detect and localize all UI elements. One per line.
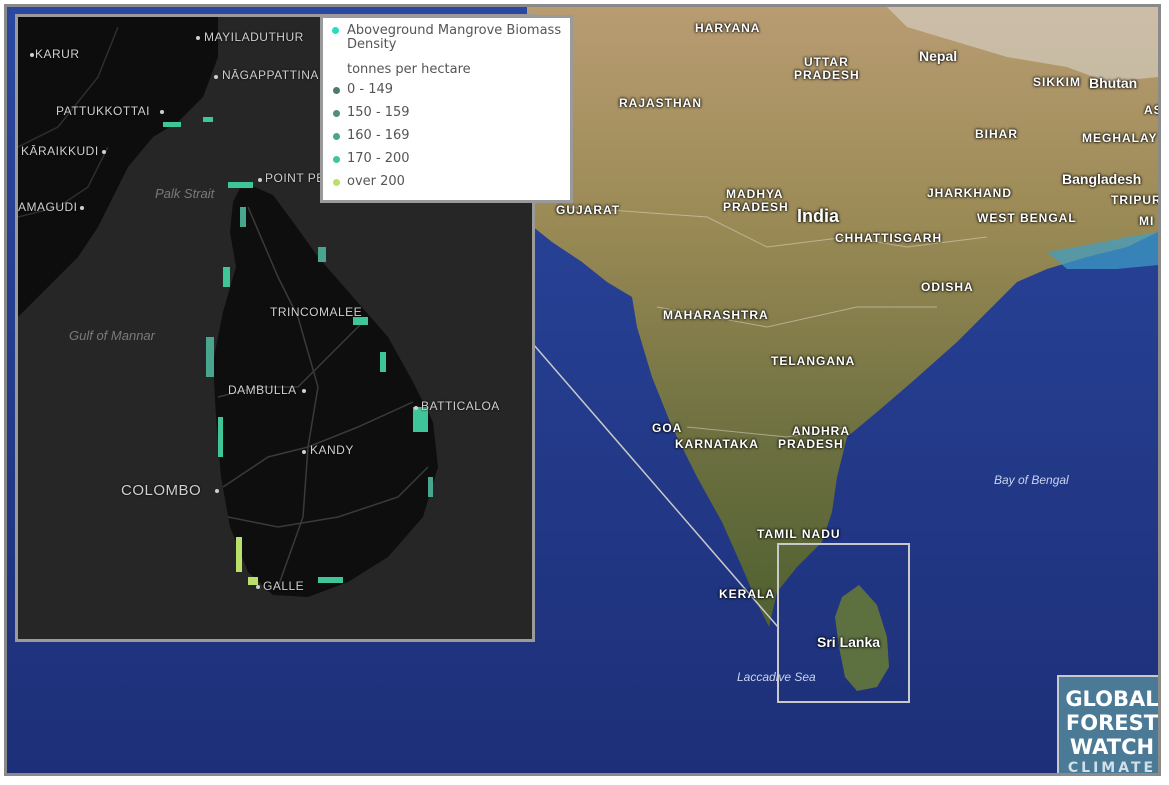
label-andhra-pradesh-2: PRADESH — [778, 437, 844, 451]
label-tamil-nadu: TAMIL NADU — [757, 527, 841, 541]
label-sri-lanka: Sri Lanka — [817, 634, 881, 650]
label-madhya-pradesh-2: PRADESH — [723, 200, 789, 214]
label-sikkim: SIKKIM — [1033, 75, 1081, 89]
legend-item-label: 160 - 169 — [347, 128, 410, 143]
label-telangana: TELANGANA — [771, 354, 856, 368]
legend-title: Aboveground Mangrove Biomass Density — [347, 23, 562, 52]
inset-label-gulf-of-mannar: Gulf of Mannar — [69, 328, 155, 343]
label-tripura: TRIPUR — [1111, 193, 1161, 207]
inset-label-nagappattinam: NĀGAPPATTINA — [222, 68, 319, 82]
inset-label-karaikkudi: KĀRAIKKUDI — [21, 144, 99, 158]
label-kerala: KERALA — [719, 587, 775, 601]
inset-label-amagudi: AMAGUDI — [18, 200, 78, 214]
inset-label-point-pedro: POINT PE — [265, 171, 325, 185]
label-uttar-pradesh-2: PRADESH — [794, 68, 860, 82]
inset-label-galle: GALLE — [263, 579, 305, 593]
label-nepal: Nepal — [919, 48, 958, 64]
label-bhutan: Bhutan — [1089, 75, 1138, 91]
inset-label-colombo: COLOMBO — [121, 482, 202, 499]
label-rajasthan: RAJASTHAN — [619, 96, 703, 110]
inset-label-palk-strait: Palk Strait — [155, 186, 215, 201]
label-goa: GOA — [652, 421, 683, 435]
label-bihar: BIHAR — [975, 127, 1018, 141]
label-odisha: ODISHA — [921, 280, 974, 294]
map-legend: Aboveground Mangrove Biomass Density ton… — [320, 15, 573, 203]
inset-label-pattukkottai: PATTUKKOTTAI — [56, 104, 151, 118]
legend-item-label: 150 - 159 — [347, 105, 410, 120]
label-bay-of-bengal: Bay of Bengal — [994, 473, 1069, 487]
legend-item: over 200 — [333, 174, 405, 189]
legend-swatch — [333, 179, 340, 186]
map-frame[interactable]: HARYANA Nepal UTTAR PRADESH SIKKIM Bhuta… — [4, 4, 1161, 776]
label-haryana: HARYANA — [695, 21, 761, 35]
legend-item-label: 170 - 200 — [347, 151, 410, 166]
logo-line-global: GLOBAL — [1065, 687, 1159, 711]
legend-swatch — [333, 133, 340, 140]
inset-label-mayiladuthurai: MAYILADUTHUR — [204, 30, 304, 44]
legend-swatch — [333, 110, 340, 117]
label-west-bengal: WEST BENGAL — [977, 211, 1077, 225]
label-maharashtra: MAHARASHTRA — [663, 308, 769, 322]
label-andhra-pradesh-1: ANDHRA — [792, 424, 850, 438]
logo-line-watch: WATCH — [1069, 735, 1155, 759]
legend-swatch — [333, 87, 340, 94]
legend-item: 0 - 149 — [333, 82, 394, 97]
legend-item-label: 0 - 149 — [347, 82, 394, 97]
legend-item: 170 - 200 — [333, 151, 410, 166]
logo-line-climate: CLIMATE — [1067, 760, 1157, 776]
label-bangladesh: Bangladesh — [1062, 171, 1142, 187]
label-chhattisgarh: CHHATTISGARH — [835, 231, 943, 245]
label-india: India — [797, 206, 840, 226]
inset-label-batticaloa: BATTICALOA — [421, 399, 500, 413]
label-mi: MI — [1139, 214, 1155, 228]
label-as: AS — [1144, 103, 1161, 117]
label-jharkhand: JHARKHAND — [927, 186, 1013, 200]
logo-line-forest: FOREST — [1065, 711, 1159, 735]
legend-item: 150 - 159 — [333, 105, 410, 120]
legend-swatch — [333, 156, 340, 163]
inset-label-dambulla: DAMBULLA — [228, 383, 297, 397]
label-madhya-pradesh-1: MADHYA — [726, 187, 784, 201]
label-meghalaya: MEGHALAY — [1082, 131, 1158, 145]
global-forest-watch-climate-logo[interactable]: GLOBAL FOREST WATCH CLIMATE — [1057, 675, 1159, 776]
legend-title-dot — [332, 27, 339, 34]
legend-units: tonnes per hectare — [347, 62, 471, 77]
inset-label-kandy: KANDY — [310, 443, 354, 457]
legend-item: 160 - 169 — [333, 128, 410, 143]
label-laccadive-sea: Laccadive Sea — [737, 670, 816, 684]
label-uttar-pradesh-1: UTTAR — [804, 55, 849, 69]
legend-item-label: over 200 — [347, 174, 405, 189]
label-gujarat: GUJARAT — [556, 203, 621, 217]
inset-label-trincomalee: TRINCOMALEE — [270, 305, 363, 319]
inset-label-karur: KARUR — [35, 47, 80, 61]
label-karnataka: KARNATAKA — [675, 437, 759, 451]
